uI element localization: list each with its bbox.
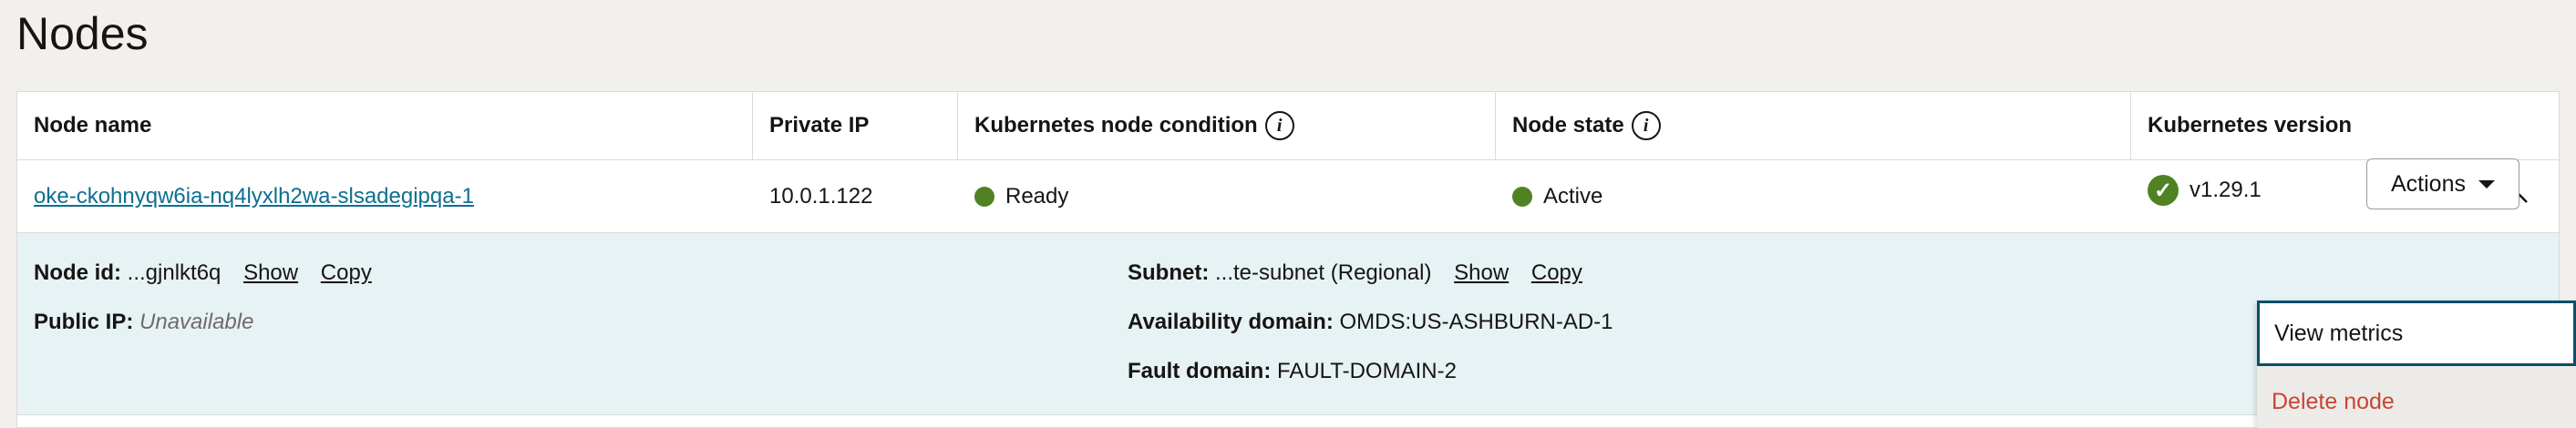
node-details-panel: Node id: ...gjnlkt6q Show Copy Public IP… — [17, 233, 2559, 415]
column-header-label: Node state — [1512, 113, 1624, 138]
column-header-label: Node name — [34, 113, 152, 138]
page-title: Nodes — [16, 8, 149, 59]
fault-domain-value: FAULT-DOMAIN-2 — [1277, 359, 1457, 383]
subnet-value: ...te-subnet (Regional) — [1215, 260, 1432, 285]
menu-item-delete-node[interactable]: Delete node — [2257, 379, 2576, 424]
availability-domain-label: Availability domain: — [1128, 310, 1334, 334]
subnet-copy-link[interactable]: Copy — [1531, 260, 1582, 285]
node-id-copy-link[interactable]: Copy — [321, 260, 372, 285]
node-id-line: Node id: ...gjnlkt6q Show Copy — [34, 259, 372, 288]
info-icon[interactable]: i — [1631, 111, 1661, 140]
public-ip-line: Public IP: Unavailable — [34, 308, 253, 337]
column-header-private-ip[interactable]: Private IP — [753, 92, 958, 159]
menu-item-label: Delete node — [2272, 388, 2395, 414]
node-id-value: ...gjnlkt6q — [127, 260, 222, 285]
column-header-label: Kubernetes node condition — [974, 113, 1258, 138]
column-header-node-condition[interactable]: Kubernetes node condition i — [958, 92, 1496, 159]
subnet-show-link[interactable]: Show — [1454, 260, 1509, 285]
node-id-label: Node id: — [34, 260, 121, 285]
info-icon[interactable]: i — [1264, 111, 1294, 140]
check-circle-icon: ✓ — [2148, 175, 2179, 206]
actions-button-label: Actions — [2391, 170, 2466, 197]
column-header-node-name[interactable]: Node name — [17, 92, 753, 159]
node-state-value: Active — [1543, 183, 1603, 209]
nodes-table: Node name Private IP Kubernetes node con… — [16, 91, 2560, 428]
public-ip-label: Public IP: — [34, 310, 134, 334]
public-ip-value: Unavailable — [139, 310, 254, 334]
status-dot-icon — [1512, 186, 1532, 207]
availability-domain-line: Availability domain: OMDS:US-ASHBURN-AD-… — [1128, 308, 1613, 337]
cell-private-ip: 10.0.1.122 — [753, 160, 958, 232]
node-name-link[interactable]: oke-ckohnyqw6ia-nq4lyxlh2wa-slsadegipqa-… — [34, 184, 474, 209]
status-dot-icon — [974, 186, 994, 207]
menu-item-label: View metrics — [2274, 320, 2404, 346]
fault-domain-line: Fault domain: FAULT-DOMAIN-2 — [1128, 357, 1457, 386]
column-header-label: Kubernetes version — [2148, 113, 2353, 138]
menu-item-view-metrics[interactable]: View metrics — [2257, 301, 2576, 366]
table-header: Node name Private IP Kubernetes node con… — [17, 92, 2559, 160]
subnet-label: Subnet: — [1128, 260, 1210, 285]
actions-menu: View metrics Delete node — [2257, 301, 2576, 428]
private-ip-value: 10.0.1.122 — [769, 183, 873, 209]
fault-domain-label: Fault domain: — [1128, 359, 1272, 383]
column-header-label: Private IP — [769, 113, 870, 138]
table-row: oke-ckohnyqw6ia-nq4lyxlh2wa-slsadegipqa-… — [17, 160, 2559, 233]
column-header-node-state[interactable]: Node state i — [1496, 92, 2131, 159]
subnet-line: Subnet: ...te-subnet (Regional) Show Cop… — [1128, 259, 1582, 288]
actions-button[interactable]: Actions — [2366, 158, 2519, 209]
availability-domain-value: OMDS:US-ASHBURN-AD-1 — [1339, 310, 1613, 334]
column-header-kubernetes-version[interactable]: Kubernetes version — [2131, 92, 2560, 159]
cell-node-state: Active — [1496, 160, 2131, 232]
node-condition-value: Ready — [1005, 183, 1069, 209]
caret-down-icon — [2478, 179, 2495, 189]
node-id-show-link[interactable]: Show — [243, 260, 298, 285]
cell-node-name: oke-ckohnyqw6ia-nq4lyxlh2wa-slsadegipqa-… — [17, 160, 753, 232]
cell-node-condition: Ready — [958, 160, 1496, 232]
kubernetes-version-value: v1.29.1 — [2190, 178, 2262, 202]
